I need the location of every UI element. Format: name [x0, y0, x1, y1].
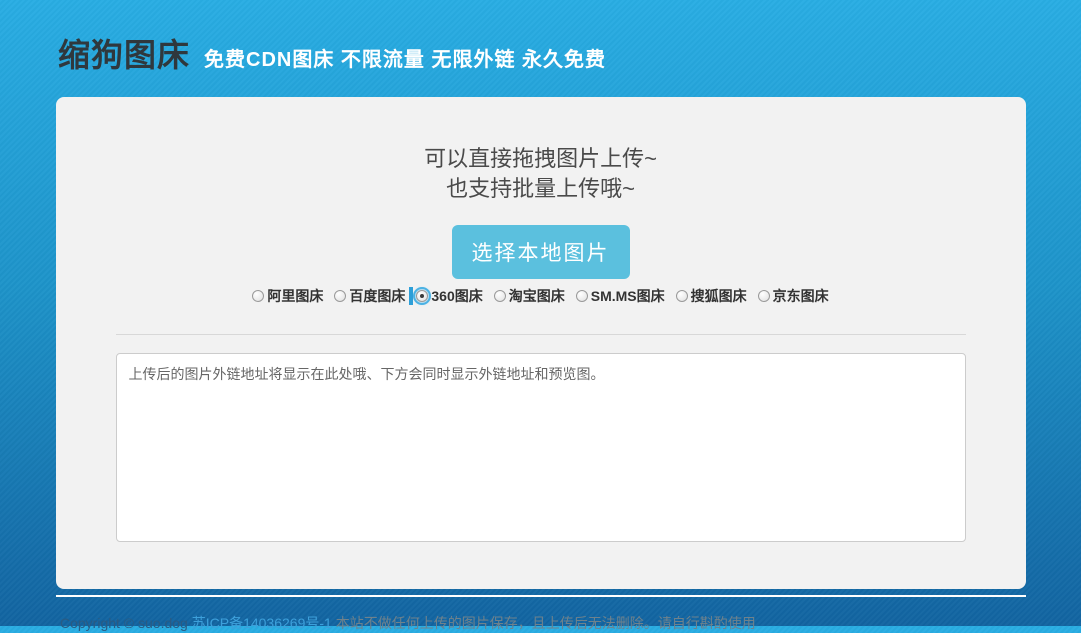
- provider-option-6[interactable]: 搜狐图床: [676, 286, 747, 306]
- upload-hint-line1: 可以直接拖拽图片上传~: [56, 144, 1026, 174]
- disclaimer-text: 本站不做任何上传的图片保存，且上传后无法删除。请自行斟酌使用: [332, 615, 756, 631]
- radio-unchecked-icon[interactable]: [576, 290, 588, 302]
- provider-label: 搜狐图床: [691, 286, 747, 306]
- provider-label: SM.MS图床: [591, 286, 665, 306]
- radio-unchecked-icon[interactable]: [676, 290, 688, 302]
- provider-label: 360图床: [431, 286, 482, 306]
- provider-label: 淘宝图床: [509, 286, 565, 306]
- provider-option-1[interactable]: 阿里图床: [252, 286, 323, 306]
- result-textarea[interactable]: [116, 353, 966, 542]
- provider-label: 百度图床: [349, 286, 405, 306]
- upload-hint-line2: 也支持批量上传哦~: [56, 174, 1026, 204]
- radio-unchecked-icon[interactable]: [758, 290, 770, 302]
- provider-option-5[interactable]: SM.MS图床: [576, 286, 665, 306]
- choose-local-image-button[interactable]: 选择本地图片: [452, 225, 630, 279]
- provider-option-7[interactable]: 京东图床: [758, 286, 829, 306]
- provider-label: 阿里图床: [267, 286, 323, 306]
- radio-checked-icon[interactable]: [416, 290, 428, 302]
- page-subtitle: 免费CDN图床 不限流量 无限外链 永久免费: [204, 43, 606, 72]
- radio-unchecked-icon[interactable]: [252, 290, 264, 302]
- header: 缩狗图床 免费CDN图床 不限流量 无限外链 永久免费: [0, 0, 1081, 97]
- copyright-text: Copyright © suo.dog: [60, 615, 192, 631]
- radio-unchecked-icon[interactable]: [334, 290, 346, 302]
- upload-card: 可以直接拖拽图片上传~ 也支持批量上传哦~ 选择本地图片 阿里图床 百度图床 360…: [56, 97, 1026, 589]
- page: { "header": { "title": "缩狗图床", "subtitle…: [0, 0, 1081, 626]
- result-divider: [116, 334, 966, 335]
- provider-option-2[interactable]: 百度图床: [334, 286, 405, 306]
- provider-radio-group: 阿里图床 百度图床 360图床 淘宝图床 SM.MS图床 搜狐图床 京东图床: [56, 286, 1026, 306]
- provider-label: 京东图床: [773, 286, 829, 306]
- page-title: 缩狗图床: [58, 30, 190, 76]
- provider-option-3[interactable]: 360图床: [416, 286, 482, 306]
- footer-divider: [56, 595, 1026, 597]
- provider-option-4[interactable]: 淘宝图床: [494, 286, 565, 306]
- radio-unchecked-icon[interactable]: [494, 290, 506, 302]
- icp-link[interactable]: 苏ICP备14036269号-1: [192, 615, 332, 631]
- footer: Copyright © suo.dog 苏ICP备14036269号-1 本站不…: [60, 613, 1081, 633]
